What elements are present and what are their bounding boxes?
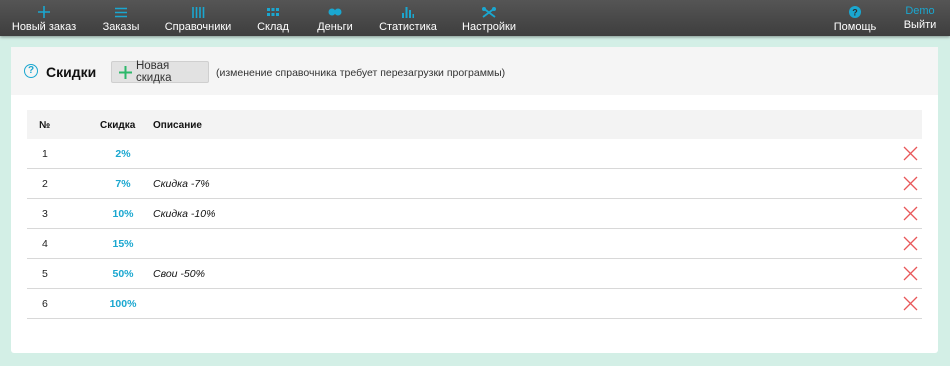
row-description: Скидка -10%: [153, 208, 216, 220]
discounts-panel: ? Скидки Новая скидка (изменение справоч…: [11, 47, 938, 353]
restart-note: (изменение справочника требует перезагру…: [216, 67, 506, 79]
delete-icon[interactable]: [903, 176, 918, 191]
row-number: 5: [42, 268, 48, 280]
plus-icon: [38, 4, 50, 20]
row-number: 6: [42, 298, 48, 310]
nav-warehouse[interactable]: Склад: [254, 0, 292, 36]
table-row[interactable]: 1 2%: [27, 139, 922, 169]
nav-logout[interactable]: Demo Выйти: [900, 0, 940, 36]
table-row[interactable]: 4 15%: [27, 229, 922, 259]
help-icon[interactable]: ?: [24, 64, 38, 78]
bar-chart-icon: [402, 4, 414, 20]
row-number: 3: [42, 208, 48, 220]
row-discount[interactable]: 15%: [98, 238, 148, 250]
delete-icon[interactable]: [903, 206, 918, 221]
row-description: Свои -50%: [153, 268, 205, 280]
nav-label: Помощь: [833, 21, 877, 33]
nav-label: Склад: [257, 21, 289, 33]
row-number: 1: [42, 148, 48, 160]
svg-text:?: ?: [852, 8, 858, 18]
plus-icon: [118, 65, 132, 79]
nav-settings[interactable]: Настройки: [462, 0, 516, 36]
nav-label: Заказы: [102, 21, 140, 33]
discounts-table: № Скидка Описание 1 2% 2 7% Скидка -7% 3 10% Ск…: [27, 110, 922, 319]
new-discount-label: Новая скидка: [135, 60, 172, 84]
table-header: № Скидка Описание: [27, 110, 922, 139]
grid-icon: [267, 4, 279, 20]
row-discount[interactable]: 50%: [98, 268, 148, 280]
table-body: 1 2% 2 7% Скидка -7% 3 10% Скидка -10% 4 15% 5 50% С…: [27, 139, 922, 319]
books-icon: [191, 4, 205, 20]
table-row[interactable]: 2 7% Скидка -7%: [27, 169, 922, 199]
table-row[interactable]: 3 10% Скидка -10%: [27, 199, 922, 229]
nav-new-order[interactable]: Новый заказ: [11, 0, 77, 36]
nav-label: Новый заказ: [11, 21, 77, 33]
top-nav-bar: Новый заказ Заказы Справочники Склад Ден…: [0, 0, 950, 36]
header-description: Описание: [153, 120, 202, 131]
nav-statistics[interactable]: Статистика: [379, 0, 437, 36]
user-name: Demo: [905, 5, 935, 17]
delete-icon[interactable]: [903, 146, 918, 161]
nav-orders[interactable]: Заказы: [99, 0, 143, 36]
header-num: №: [39, 120, 51, 131]
row-number: 2: [42, 178, 48, 190]
menu-icon: [115, 4, 127, 20]
logout-label: Выйти: [903, 19, 937, 31]
row-discount[interactable]: 100%: [98, 298, 148, 310]
nav-references[interactable]: Справочники: [164, 0, 232, 36]
nav-money[interactable]: Деньги: [315, 0, 355, 36]
nav-label: Деньги: [317, 21, 353, 33]
coins-icon: [328, 4, 342, 20]
nav-label: Настройки: [462, 21, 516, 33]
tools-icon: [482, 4, 496, 20]
panel-header: ? Скидки Новая скидка (изменение справоч…: [11, 47, 938, 95]
delete-icon[interactable]: [903, 266, 918, 281]
question-circle-icon: ?: [849, 4, 861, 20]
row-description: Скидка -7%: [153, 178, 210, 190]
header-discount: Скидка: [100, 120, 136, 131]
nav-help[interactable]: ? Помощь: [834, 0, 876, 36]
delete-icon[interactable]: [903, 236, 918, 251]
delete-icon[interactable]: [903, 296, 918, 311]
nav-label: Справочники: [164, 21, 232, 33]
row-number: 4: [42, 238, 48, 250]
row-discount[interactable]: 2%: [98, 148, 148, 160]
table-row[interactable]: 5 50% Свои -50%: [27, 259, 922, 289]
new-discount-button[interactable]: Новая скидка: [111, 60, 209, 84]
page-title: Скидки: [46, 64, 97, 80]
table-row[interactable]: 6 100%: [27, 289, 922, 319]
nav-label: Статистика: [379, 21, 437, 33]
row-discount[interactable]: 10%: [98, 208, 148, 220]
row-discount[interactable]: 7%: [98, 178, 148, 190]
